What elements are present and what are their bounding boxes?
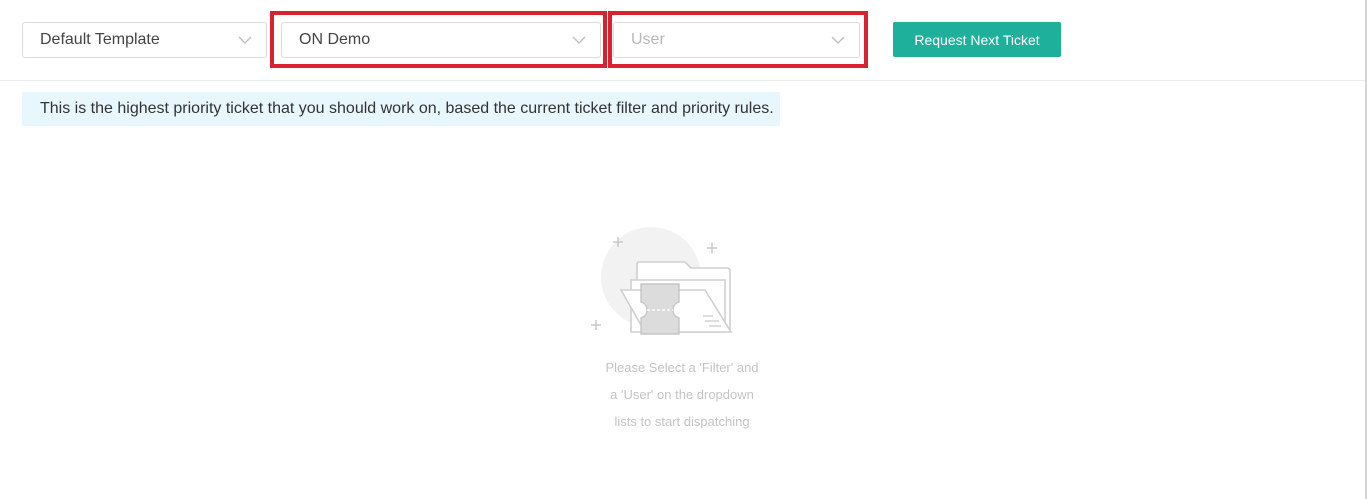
info-banner: This is the highest priority ticket that… xyxy=(22,92,780,126)
empty-state-line: a 'User' on the dropdown xyxy=(610,387,754,402)
request-next-ticket-button[interactable]: Request Next Ticket xyxy=(893,22,1061,57)
chevron-down-icon xyxy=(831,36,845,44)
template-select-value: Default Template xyxy=(40,31,160,48)
filter-select[interactable]: ON Demo xyxy=(281,22,601,58)
empty-state-message: Please Select a 'Filter' and a 'User' on… xyxy=(582,354,782,435)
template-select[interactable]: Default Template xyxy=(22,22,267,58)
empty-folder-ticket-icon xyxy=(591,227,733,335)
toolbar: Default Template ON Demo User Request Ne… xyxy=(0,0,1365,81)
user-select[interactable]: User xyxy=(613,22,860,58)
info-banner-text: This is the highest priority ticket that… xyxy=(40,100,774,117)
chevron-down-icon xyxy=(572,36,586,44)
user-select-placeholder: User xyxy=(631,31,665,48)
chevron-down-icon xyxy=(238,36,252,44)
dispatch-page: Default Template ON Demo User Request Ne… xyxy=(0,0,1367,499)
empty-state-line: Please Select a 'Filter' and xyxy=(605,360,759,375)
empty-state-line: lists to start dispatching xyxy=(614,414,750,429)
filter-select-value: ON Demo xyxy=(299,31,371,48)
